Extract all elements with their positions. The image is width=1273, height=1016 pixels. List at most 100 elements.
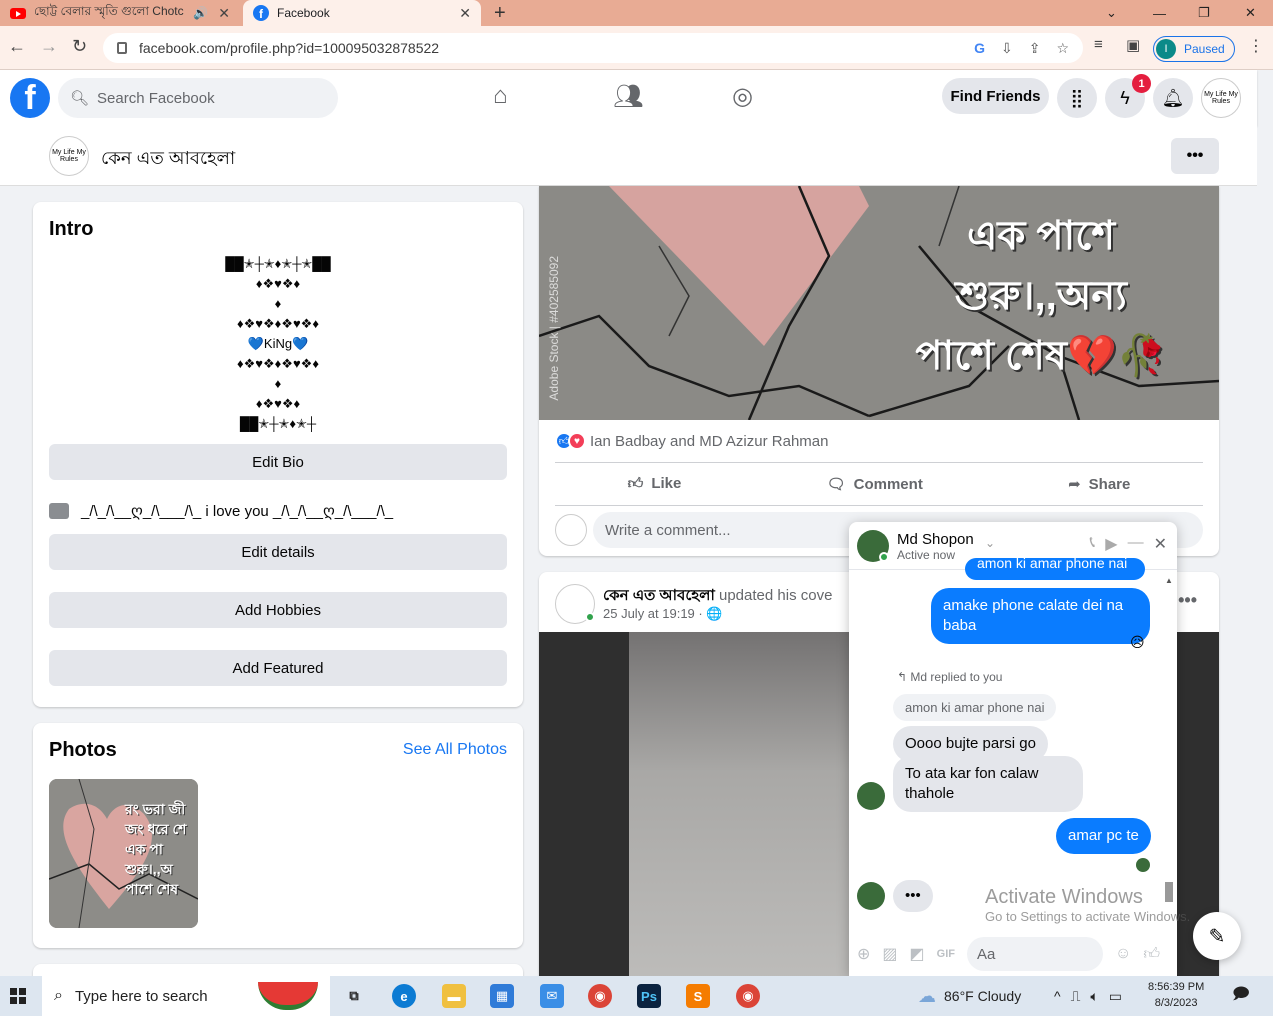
new-tab-icon[interactable]: + bbox=[494, 2, 506, 25]
post-card: এক পাশে শুরু।,,অন্য পাশে শেষ💔🥀 Adobe Sto… bbox=[539, 186, 1219, 556]
photo-thumbnail[interactable]: রং ভরা জী জং ধরে শে এক পা শুরু।,,অ পাশে … bbox=[49, 779, 198, 928]
chrome-menu-icon[interactable]: ⋮ bbox=[1248, 36, 1264, 56]
minimize-icon[interactable]: — bbox=[1153, 0, 1166, 26]
groups-icon[interactable]: ◎ bbox=[732, 82, 753, 111]
message-bubble[interactable]: amar pc te bbox=[1056, 818, 1151, 854]
message-bubble[interactable]: To ata kar fon calaw thahole bbox=[893, 756, 1083, 812]
back-icon[interactable]: ← bbox=[8, 36, 26, 57]
edit-details-button[interactable]: Edit details bbox=[49, 534, 507, 570]
task-view-icon[interactable]: ⧉ bbox=[342, 984, 366, 1008]
taskbar-search-input[interactable]: ⌕ Type here to search bbox=[42, 976, 330, 1016]
like-button[interactable]: 👍︎ Like bbox=[628, 475, 682, 493]
network-icon[interactable]: ⎍ bbox=[1071, 988, 1081, 1005]
gif-icon[interactable]: GIF bbox=[937, 948, 955, 960]
message-input[interactable]: Aa bbox=[967, 937, 1103, 971]
friends-icon[interactable]: 👥︎ bbox=[613, 82, 643, 111]
volume-icon[interactable]: 🔈︎ bbox=[1090, 988, 1098, 1005]
profile-avatar[interactable]: My Life My Rules bbox=[49, 136, 89, 176]
chevron-up-icon[interactable]: ^ bbox=[1054, 988, 1061, 1004]
messenger-icon[interactable]: ϟ 1 bbox=[1105, 74, 1151, 118]
profile-paused-button[interactable]: I Paused bbox=[1153, 36, 1235, 62]
activate-windows-watermark: Activate Windows Go to Settings to activ… bbox=[985, 886, 1190, 924]
post-image[interactable]: এক পাশে শুরু।,,অন্য পাশে শেষ💔🥀 Adobe Sto… bbox=[539, 186, 1219, 420]
edit-bio-button[interactable]: Edit Bio bbox=[49, 444, 507, 480]
photoshop-icon[interactable]: Ps bbox=[637, 984, 661, 1008]
bookmark-star-icon[interactable]: ☆ bbox=[1056, 40, 1069, 57]
notifications-bell-icon[interactable]: 🔔︎ bbox=[1153, 78, 1193, 118]
display-icon[interactable]: ▭ bbox=[1109, 988, 1122, 1005]
menu-grid-icon[interactable]: ⣿ bbox=[1057, 78, 1097, 118]
close-tab-icon[interactable]: ✕ bbox=[218, 5, 230, 22]
see-all-photos-link[interactable]: See All Photos bbox=[403, 741, 507, 759]
profile-name[interactable]: কেন এত আবহেলা bbox=[101, 144, 235, 175]
add-hobbies-button[interactable]: Add Hobbies bbox=[49, 592, 507, 628]
sticker-icon[interactable]: ◩ bbox=[910, 944, 925, 964]
minimize-chat-icon[interactable]: — bbox=[1128, 534, 1144, 554]
url-input[interactable]: facebook.com/profile.php?id=100095032878… bbox=[103, 33, 1083, 63]
chrome-profile-icon[interactable]: ◉ bbox=[736, 984, 760, 1008]
clock[interactable]: 8:56:39 PM 8/3/2023 bbox=[1148, 979, 1204, 1011]
chat-scrollbar[interactable]: ▲ bbox=[1165, 576, 1173, 916]
home-icon[interactable]: ⌂ bbox=[493, 82, 508, 110]
comment-icon: 🗨︎ bbox=[826, 476, 846, 493]
forward-icon[interactable]: → bbox=[40, 36, 58, 57]
close-chat-icon[interactable]: ✕ bbox=[1154, 534, 1167, 554]
share-icon[interactable]: ⇪ bbox=[1029, 40, 1041, 57]
maximize-icon[interactable]: ❐ bbox=[1198, 0, 1210, 26]
edge-icon[interactable]: e bbox=[392, 984, 416, 1008]
taskbar: ⌕ Type here to search ⧉ e ▬ ▦ ✉ ◉ Ps S ◉… bbox=[0, 976, 1273, 1016]
video-call-icon[interactable]: ▶ bbox=[1105, 534, 1117, 554]
side-panel-icon[interactable]: ▣ bbox=[1126, 36, 1140, 54]
chevron-down-icon[interactable]: ⌄ bbox=[985, 536, 995, 550]
close-tab-icon[interactable]: ✕ bbox=[459, 5, 471, 22]
google-icon[interactable]: G bbox=[974, 40, 985, 57]
search-input[interactable]: 🔍︎ Search Facebook bbox=[58, 78, 338, 118]
file-explorer-icon[interactable]: ▬ bbox=[442, 984, 466, 1008]
thumbs-up-send-icon[interactable]: 👍︎ bbox=[1143, 945, 1160, 964]
sad-reaction-icon: 😥 bbox=[1130, 634, 1145, 650]
more-options-button[interactable]: ••• bbox=[1171, 138, 1219, 174]
phone-icon[interactable]: 📞︎ bbox=[1090, 534, 1096, 554]
audio-icon[interactable]: 🔊 bbox=[193, 6, 208, 20]
find-friends-button[interactable]: Find Friends bbox=[942, 78, 1049, 114]
url-text: facebook.com/profile.php?id=100095032878… bbox=[139, 40, 440, 56]
facebook-logo-icon[interactable]: f bbox=[10, 78, 50, 118]
search-placeholder: Search Facebook bbox=[97, 89, 215, 107]
sender-avatar[interactable] bbox=[857, 882, 885, 910]
tab-facebook[interactable]: f Facebook ✕ bbox=[243, 0, 481, 26]
weather-widget[interactable]: ☁ 86°F Cloudy bbox=[918, 976, 1021, 1016]
quoted-message[interactable]: amon ki amar phone nai bbox=[893, 694, 1057, 721]
reactions-row[interactable]: 👍︎ ♥ Ian Badbay and MD Azizur Rahman bbox=[555, 432, 828, 450]
sublime-text-icon[interactable]: S bbox=[686, 984, 710, 1008]
post-date[interactable]: 25 July at 19:19 · 🌐 bbox=[603, 606, 723, 622]
new-message-button[interactable]: ✎ bbox=[1193, 912, 1241, 960]
media-queue-icon[interactable]: ≡ bbox=[1094, 36, 1103, 53]
windows-start-icon[interactable] bbox=[10, 988, 26, 1004]
chat-name[interactable]: Md Shopon bbox=[897, 531, 974, 548]
store-icon[interactable]: ▦ bbox=[490, 984, 514, 1008]
tab-youtube[interactable]: ছোট্ট বেলার স্মৃতি গুলো Chotc 🔊 ✕ bbox=[0, 0, 240, 26]
reload-icon[interactable]: ↻ bbox=[72, 36, 87, 57]
author-name[interactable]: কেন এত আবহেলা bbox=[603, 587, 715, 604]
chrome-icon[interactable]: ◉ bbox=[588, 984, 612, 1008]
message-bubble[interactable]: amon ki amar phone nai bbox=[965, 558, 1145, 580]
message-bubble[interactable]: amake phone calate dei na baba bbox=[931, 588, 1150, 644]
scroll-up-icon[interactable]: ▲ bbox=[1165, 576, 1173, 585]
install-icon[interactable]: ⇩ bbox=[1001, 40, 1013, 57]
search-icon: 🔍︎ bbox=[70, 90, 90, 107]
post-options-icon[interactable]: ••• bbox=[1178, 590, 1197, 611]
add-featured-button[interactable]: Add Featured bbox=[49, 650, 507, 686]
commenter-avatar[interactable] bbox=[555, 514, 587, 546]
account-avatar[interactable]: My Life My Rules bbox=[1201, 78, 1241, 118]
emoji-icon[interactable]: ☺ bbox=[1115, 945, 1131, 963]
sender-avatar[interactable] bbox=[857, 782, 885, 810]
notification-center-icon[interactable]: 🗩︎ bbox=[1232, 976, 1250, 1016]
lock-icon[interactable] bbox=[117, 42, 127, 54]
image-icon[interactable]: ▨ bbox=[882, 944, 897, 964]
close-window-icon[interactable]: ✕ bbox=[1245, 0, 1256, 26]
tab-search-icon[interactable]: ⌄ bbox=[1106, 0, 1117, 26]
mail-icon[interactable]: ✉ bbox=[540, 984, 564, 1008]
add-icon[interactable]: ⊕ bbox=[857, 944, 870, 964]
comment-button[interactable]: 🗨︎ Comment bbox=[827, 475, 923, 493]
share-button[interactable]: ➦ Share bbox=[1068, 475, 1130, 493]
